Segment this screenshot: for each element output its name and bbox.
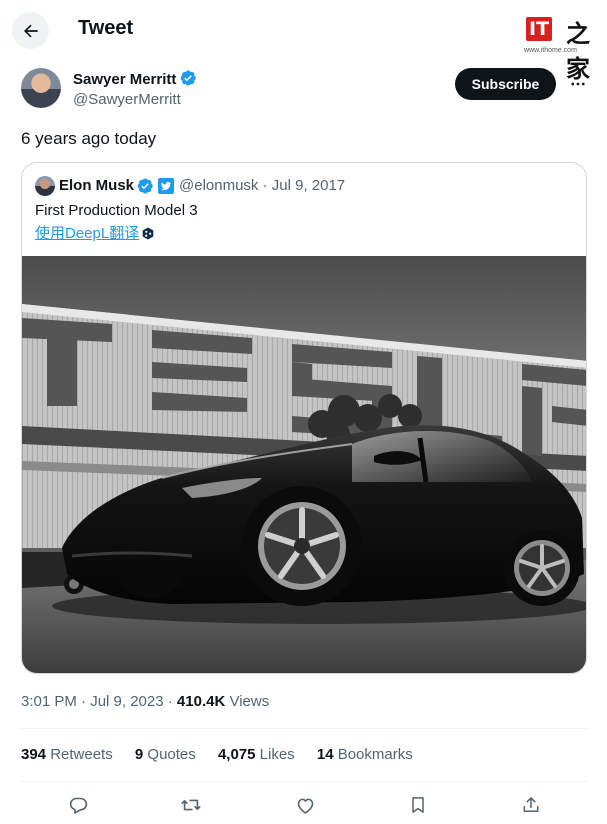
like-button[interactable] bbox=[292, 792, 318, 818]
deepl-icon bbox=[142, 227, 154, 240]
tweet-text: 6 years ago today bbox=[21, 129, 157, 148]
watermark-url: www.ithome.com bbox=[524, 47, 577, 54]
stat-label: Retweets bbox=[46, 746, 113, 763]
stat-label: Quotes bbox=[143, 746, 196, 763]
quoted-tweet-text: First Production Model 3 bbox=[35, 202, 198, 219]
quoted-author-avatar bbox=[35, 176, 55, 196]
author-name-wrap[interactable]: Sawyer Merritt bbox=[73, 69, 197, 88]
translate-link-label[interactable]: 使用DeepL翻译 bbox=[35, 225, 139, 242]
more-options-button[interactable] bbox=[566, 72, 590, 96]
stat-retweets[interactable]: 394 Retweets bbox=[21, 746, 113, 763]
author-handle[interactable]: @SawyerMerritt bbox=[73, 91, 181, 108]
engagement-stats: 394 Retweets 9 Quotes 4,075 Likes 14 Boo… bbox=[21, 746, 431, 763]
stat-count: 4,075 bbox=[217, 746, 256, 763]
tweet-time-date[interactable]: 3:01 PM · Jul 9, 2023 · bbox=[21, 693, 177, 710]
reply-icon bbox=[69, 797, 87, 814]
views-count: 410.4K bbox=[176, 693, 226, 710]
page-title: Tweet bbox=[78, 17, 134, 39]
share-icon bbox=[523, 797, 539, 812]
top-bar: Tweet bbox=[0, 0, 607, 60]
tweet-actions bbox=[21, 792, 587, 820]
stat-label: Likes bbox=[255, 746, 295, 763]
bookmark-icon bbox=[412, 797, 424, 813]
stat-likes[interactable]: 4,075 Likes bbox=[218, 746, 295, 763]
stat-label: Bookmarks bbox=[333, 746, 413, 763]
divider bbox=[21, 781, 587, 782]
like-icon bbox=[297, 798, 313, 814]
tweet-photo-tesla-model3[interactable] bbox=[22, 256, 587, 674]
verified-badge-icon bbox=[181, 70, 197, 86]
share-button[interactable] bbox=[518, 792, 544, 818]
stat-count: 14 bbox=[316, 746, 334, 763]
author-name[interactable]: Sawyer Merritt bbox=[73, 71, 176, 88]
retweet-button[interactable] bbox=[178, 792, 204, 818]
quoted-author-name: Elon Musk bbox=[59, 177, 135, 194]
translate-link[interactable]: 使用DeepL翻译 bbox=[35, 222, 154, 243]
verified-badge-icon bbox=[137, 178, 153, 194]
reply-button[interactable] bbox=[65, 792, 91, 818]
watermark-it-text: IT bbox=[526, 17, 553, 41]
retweet-icon bbox=[181, 799, 201, 811]
author-avatar[interactable] bbox=[21, 68, 61, 108]
arrow-left-icon bbox=[23, 24, 38, 37]
quoted-handle-date[interactable]: @elonmusk · Jul 9, 2017 bbox=[179, 177, 345, 194]
stat-bookmarks[interactable]: 14 Bookmarks bbox=[317, 746, 413, 763]
quoted-tweet-card[interactable]: Elon Musk @elonmusk · Jul 9, 2017 First … bbox=[21, 162, 587, 674]
bookmark-button[interactable] bbox=[405, 792, 431, 818]
author-row: Sawyer Merritt @SawyerMerritt Subscribe bbox=[0, 60, 607, 120]
stat-count: 394 bbox=[21, 746, 47, 763]
back-button[interactable] bbox=[12, 12, 49, 49]
twitter-bird-icon bbox=[158, 178, 174, 194]
ithome-watermark-logo: IT 之家 www.ithome.com bbox=[524, 14, 594, 83]
stat-quotes[interactable]: 9 Quotes bbox=[135, 746, 196, 763]
more-icon bbox=[571, 82, 585, 86]
stat-count: 9 bbox=[134, 746, 144, 763]
views-label: Views bbox=[225, 693, 270, 710]
divider bbox=[21, 728, 587, 729]
subscribe-button[interactable]: Subscribe bbox=[455, 68, 556, 100]
tweet-timestamp-views: 3:01 PM · Jul 9, 2023 · 410.4K Views bbox=[21, 693, 269, 710]
